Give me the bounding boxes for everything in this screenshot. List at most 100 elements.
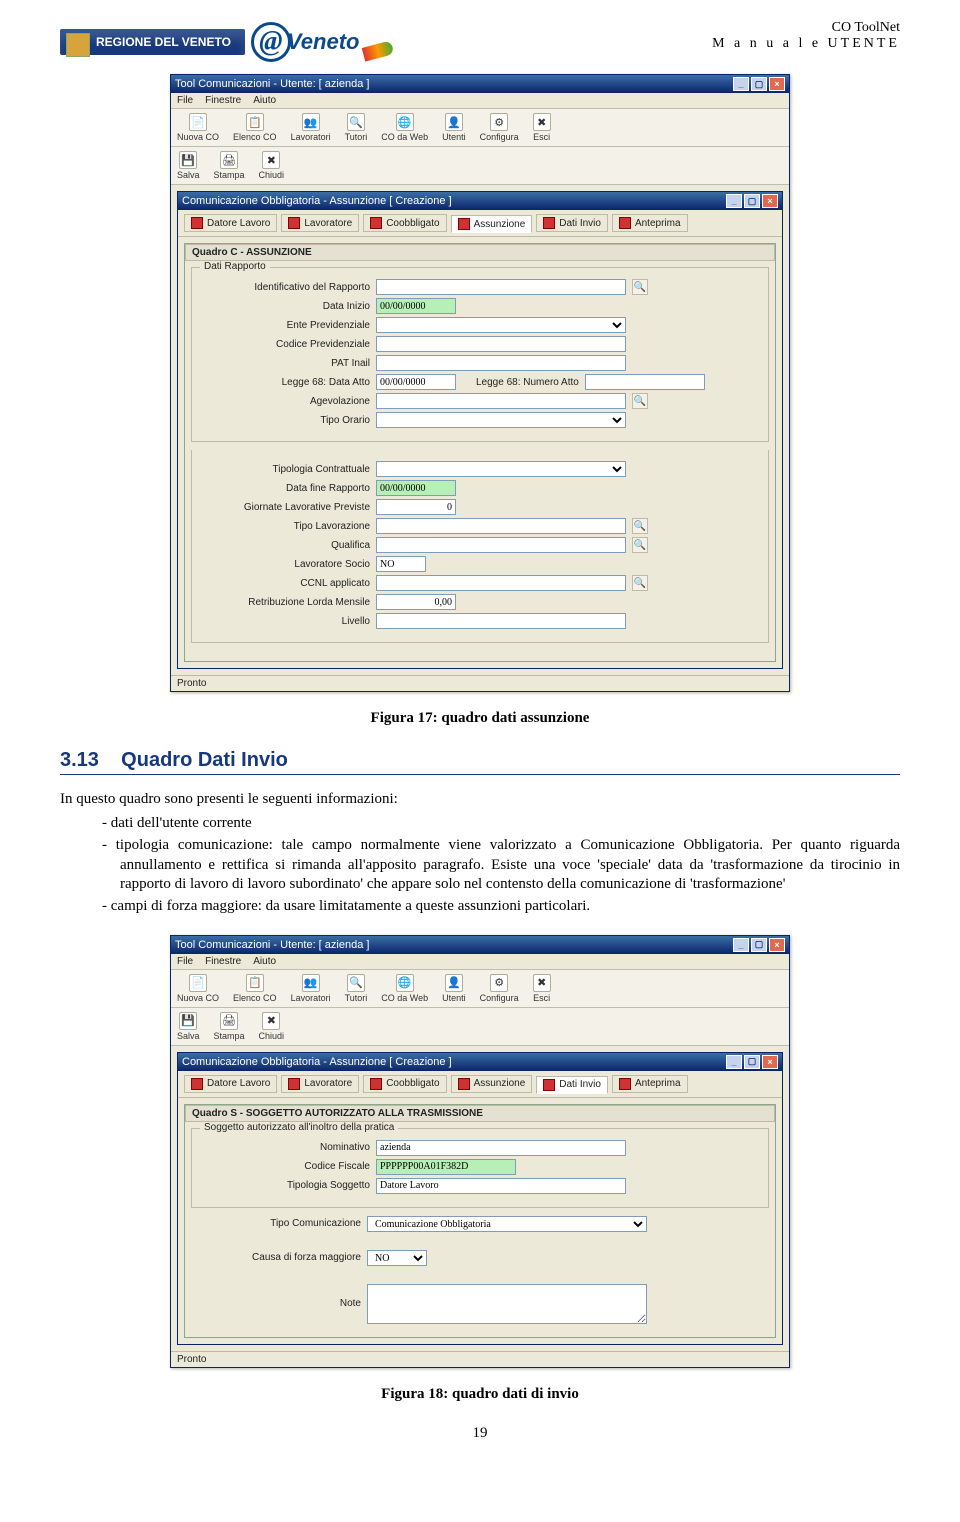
tab[interactable]: Datore Lavoro <box>184 214 277 232</box>
field-label: Tipologia Contrattuale <box>200 464 370 475</box>
field-input[interactable] <box>376 518 626 534</box>
header-subtitle: M a n u a l e UTENTE <box>712 36 900 52</box>
tab-icon <box>543 1079 555 1091</box>
maximize-button[interactable]: ▢ <box>751 938 767 952</box>
toolbar-label: CO da Web <box>381 132 428 142</box>
tab[interactable]: Lavoratore <box>281 1075 359 1093</box>
toolbar-button[interactable]: ✖Esci <box>533 974 551 1003</box>
minimize-button[interactable]: _ <box>733 938 749 952</box>
field-textarea[interactable] <box>367 1284 647 1324</box>
toolbar-button[interactable]: ⚙Configura <box>480 113 519 142</box>
toolbar-button[interactable]: 🌐CO da Web <box>381 113 428 142</box>
minimize-button[interactable]: _ <box>726 1055 742 1069</box>
tab[interactable]: Lavoratore <box>281 214 359 232</box>
tab[interactable]: Assunzione <box>451 215 533 233</box>
toolbar-button[interactable]: 📄Nuova CO <box>177 113 219 142</box>
field-select[interactable] <box>376 412 626 428</box>
toolbar-button[interactable]: ✖Esci <box>533 113 551 142</box>
toolbar-button[interactable]: 💾Salva <box>177 1012 200 1041</box>
field-input[interactable] <box>585 374 705 390</box>
lookup-icon[interactable]: 🔍 <box>632 537 648 553</box>
toolbar-label: Elenco CO <box>233 993 277 1003</box>
toolbar-button[interactable]: ✖Chiudi <box>259 1012 285 1041</box>
tab[interactable]: Anteprima <box>612 214 688 232</box>
toolbar-button[interactable]: 🔍Tutori <box>345 113 368 142</box>
field-input[interactable] <box>376 336 626 352</box>
menu-item[interactable]: File <box>177 956 193 967</box>
field-input[interactable] <box>376 499 456 515</box>
field-select[interactable] <box>376 461 626 477</box>
logo-co-veneto: @ Veneto <box>251 20 391 64</box>
menu-item[interactable]: Aiuto <box>253 95 276 106</box>
maximize-button[interactable]: ▢ <box>751 77 767 91</box>
figure-17-caption: Figura 17: quadro dati assunzione <box>60 710 900 727</box>
close-button[interactable]: × <box>762 1055 778 1069</box>
field-input[interactable] <box>376 1178 626 1194</box>
toolbar-button[interactable]: 👥Lavoratori <box>291 974 331 1003</box>
field-label: Giornate Lavorative Previste <box>200 502 370 513</box>
lookup-icon[interactable]: 🔍 <box>632 393 648 409</box>
tab[interactable]: Coobbligato <box>363 214 446 232</box>
field-input[interactable] <box>376 298 456 314</box>
minimize-button[interactable]: _ <box>733 77 749 91</box>
close-button[interactable]: × <box>769 938 785 952</box>
toolbar-button[interactable]: 🖨Stampa <box>214 151 245 180</box>
toolbar-button[interactable]: ✖Chiudi <box>259 151 285 180</box>
figure-18-caption: Figura 18: quadro dati di invio <box>60 1386 900 1403</box>
toolbar-button[interactable]: 📄Nuova CO <box>177 974 219 1003</box>
toolbar-button[interactable]: 💾Salva <box>177 151 200 180</box>
toolbar-button[interactable]: 🌐CO da Web <box>381 974 428 1003</box>
tab[interactable]: Anteprima <box>612 1075 688 1093</box>
toolbar-icon: 🔍 <box>347 974 365 992</box>
toolbar-button[interactable]: 📋Elenco CO <box>233 113 277 142</box>
toolbar-button[interactable]: 📋Elenco CO <box>233 974 277 1003</box>
field-input[interactable] <box>376 1159 516 1175</box>
lookup-icon[interactable]: 🔍 <box>632 279 648 295</box>
maximize-button[interactable]: ▢ <box>744 194 760 208</box>
field-select[interactable]: Comunicazione Obbligatoria <box>367 1216 647 1232</box>
field-select[interactable] <box>376 317 626 333</box>
field-input[interactable] <box>376 374 456 390</box>
field-label: Tipologia Soggetto <box>200 1180 370 1191</box>
toolbar-icon: 📄 <box>189 974 207 992</box>
toolbar-button[interactable]: 👤Utenti <box>442 113 466 142</box>
maximize-button[interactable]: ▢ <box>744 1055 760 1069</box>
field-input[interactable] <box>376 575 626 591</box>
menu-item[interactable]: Aiuto <box>253 956 276 967</box>
field-select[interactable]: NO <box>367 1250 427 1266</box>
field-input[interactable] <box>376 594 456 610</box>
field-input[interactable] <box>376 537 626 553</box>
menu-item[interactable]: Finestre <box>205 956 241 967</box>
field-input[interactable] <box>376 279 626 295</box>
close-button[interactable]: × <box>769 77 785 91</box>
inner-window-title: Comunicazione Obbligatoria - Assunzione … <box>182 195 452 207</box>
lookup-icon[interactable]: 🔍 <box>632 518 648 534</box>
section-title: Quadro Dati Invio <box>121 749 288 771</box>
toolbar-button[interactable]: 🔍Tutori <box>345 974 368 1003</box>
toolbar-icon: 👥 <box>302 113 320 131</box>
tab[interactable]: Assunzione <box>451 1075 533 1093</box>
page-number: 19 <box>60 1425 900 1442</box>
menu-item[interactable]: File <box>177 95 193 106</box>
tab[interactable]: Coobbligato <box>363 1075 446 1093</box>
tab[interactable]: Dati Invio <box>536 214 608 232</box>
toolbar-button[interactable]: ⚙Configura <box>480 974 519 1003</box>
field-input[interactable] <box>376 355 626 371</box>
toolbar-button[interactable]: 🖨Stampa <box>214 1012 245 1041</box>
tab[interactable]: Dati Invio <box>536 1076 608 1094</box>
field-input[interactable] <box>376 556 426 572</box>
tab-label: Datore Lavoro <box>207 218 270 229</box>
field-input[interactable] <box>376 1140 626 1156</box>
section-number: 3.13 <box>60 749 99 771</box>
tab[interactable]: Datore Lavoro <box>184 1075 277 1093</box>
close-button[interactable]: × <box>762 194 778 208</box>
field-input[interactable] <box>376 393 626 409</box>
lookup-icon[interactable]: 🔍 <box>632 575 648 591</box>
menu-item[interactable]: Finestre <box>205 95 241 106</box>
toolbar-icon: ✖ <box>262 151 280 169</box>
toolbar-button[interactable]: 👤Utenti <box>442 974 466 1003</box>
minimize-button[interactable]: _ <box>726 194 742 208</box>
field-input[interactable] <box>376 480 456 496</box>
toolbar-button[interactable]: 👥Lavoratori <box>291 113 331 142</box>
field-input[interactable] <box>376 613 626 629</box>
